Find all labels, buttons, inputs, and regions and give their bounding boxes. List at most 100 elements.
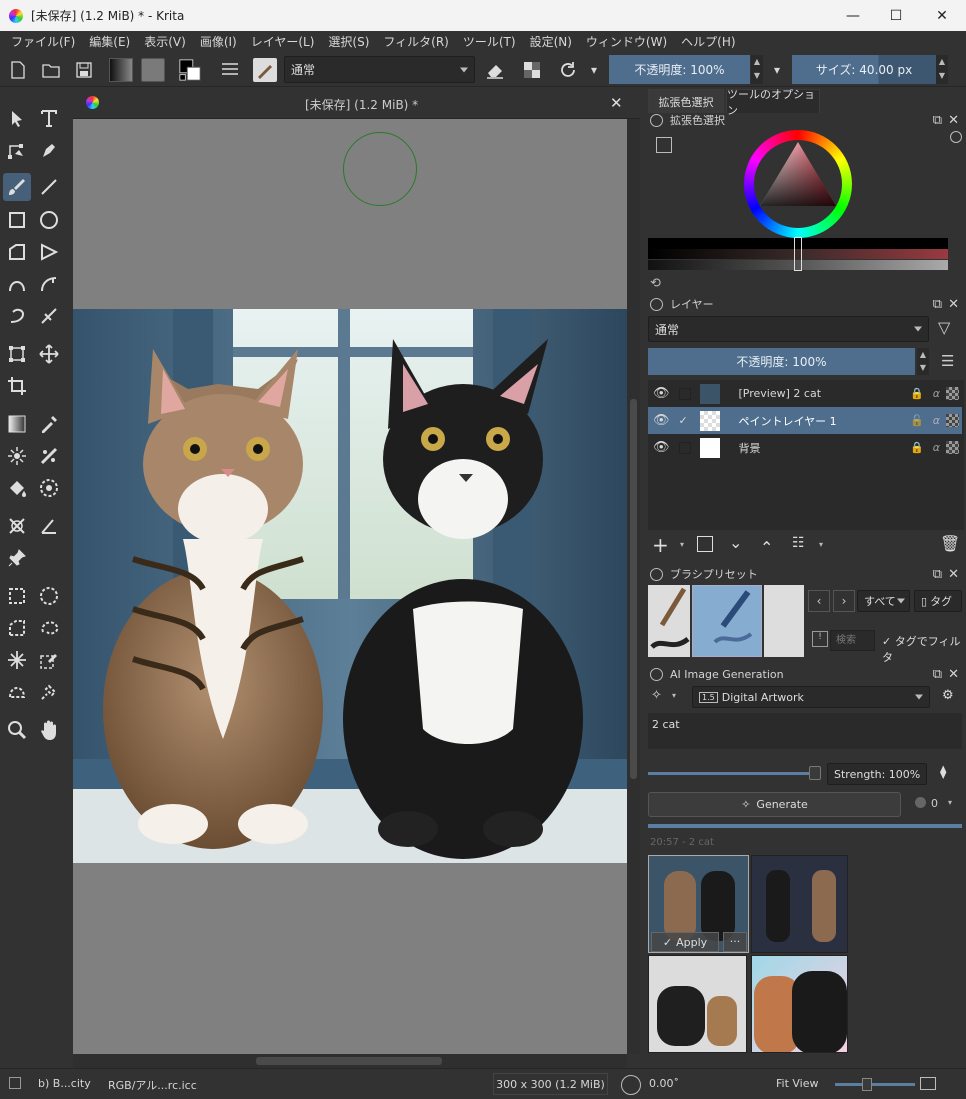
menu-file[interactable]: ファイル(F) — [4, 33, 82, 50]
pin-tool-icon[interactable] — [3, 544, 31, 572]
menu-view[interactable]: 表示(V) — [137, 33, 193, 50]
lock-icon[interactable] — [650, 113, 663, 127]
alpha-lock-icon[interactable] — [520, 58, 544, 82]
size-slider[interactable]: サイズ: 40.00 px — [792, 55, 936, 84]
visibility-eye-icon[interactable]: 👁 — [653, 440, 670, 455]
chevron-down-icon[interactable]: ▾ — [680, 540, 684, 549]
zoom-tool-icon[interactable] — [3, 716, 31, 744]
close-document-icon[interactable]: ✕ — [610, 94, 623, 112]
freehand-select-tool-icon[interactable] — [35, 614, 63, 642]
menu-image[interactable]: 画像(I) — [193, 33, 244, 50]
blend-mode-select[interactable]: 通常 — [284, 56, 475, 83]
magnetic-select-tool-icon[interactable] — [35, 678, 63, 706]
measure-tool-icon[interactable] — [35, 512, 63, 540]
reference-images-tool-icon[interactable] — [3, 512, 31, 540]
layer-checkbox[interactable] — [678, 387, 691, 400]
rect-select-tool-icon[interactable] — [3, 582, 31, 610]
close-docker-icon[interactable]: ✕ — [948, 297, 959, 312]
alpha-inherit-icon[interactable]: α — [933, 387, 940, 400]
alpha-inherit-icon[interactable]: α — [933, 414, 940, 427]
vertical-scroll-thumb[interactable] — [630, 399, 637, 779]
move-layer-down-icon[interactable]: ⌄ — [729, 533, 742, 552]
eraser-icon[interactable] — [483, 58, 507, 82]
history-result-thumb[interactable] — [751, 855, 848, 953]
line-tool-icon[interactable] — [35, 173, 63, 201]
layer-properties-icon[interactable]: ☷ — [792, 535, 805, 551]
close-docker-icon[interactable]: ✕ — [948, 567, 959, 582]
open-document-icon[interactable] — [39, 58, 63, 82]
menu-select[interactable]: 選択(S) — [321, 33, 376, 50]
alpha-inherit-icon[interactable]: α — [933, 441, 940, 454]
brush-preset-thumb[interactable] — [648, 585, 690, 657]
prompt-input[interactable]: 2 cat — [648, 713, 962, 749]
chevron-down-icon[interactable]: ▾ — [587, 58, 601, 82]
menu-layer[interactable]: レイヤー(L) — [244, 33, 322, 50]
polygon-select-tool-icon[interactable] — [3, 614, 31, 642]
chevron-down-icon[interactable]: ▾ — [948, 798, 952, 807]
document-tab[interactable]: [未保存] (1.2 MiB) * ✕ — [73, 88, 640, 119]
chevron-down-icon[interactable]: ▾ — [819, 540, 823, 549]
apply-button[interactable]: ✓ Apply — [651, 932, 719, 952]
tag-menu-button[interactable]: ▯ タグ — [914, 590, 962, 612]
horizontal-scroll-thumb[interactable] — [256, 1057, 442, 1065]
layer-lock-icon[interactable]: 🔒 — [910, 387, 924, 400]
polyline-tool-icon[interactable] — [35, 238, 63, 266]
close-docker-icon[interactable]: ✕ — [948, 667, 959, 682]
previous-icon[interactable]: ‹ — [808, 590, 830, 612]
layer-lock-icon[interactable]: 🔒 — [910, 441, 924, 454]
pattern-preset-icon[interactable] — [141, 58, 165, 82]
control-layers-icon[interactable]: ⧫ — [940, 765, 946, 780]
contiguous-select-tool-icon[interactable] — [3, 646, 31, 674]
lock-icon[interactable] — [650, 667, 663, 681]
alpha-lock-icon[interactable] — [946, 387, 959, 400]
close-window-button[interactable]: ✕ — [919, 0, 965, 31]
edit-shapes-tool-icon[interactable] — [3, 136, 31, 164]
float-docker-icon[interactable]: ⧉ — [933, 667, 942, 682]
rectangle-tool-icon[interactable] — [3, 206, 31, 234]
settings-gear-icon[interactable]: ⚙ — [942, 688, 954, 703]
visibility-eye-icon[interactable]: 👁 — [653, 413, 670, 428]
chevron-down-icon[interactable]: ▾ — [672, 691, 676, 700]
layer-row[interactable]: 👁 背景 🔒 α — [648, 434, 962, 461]
fill-tool-icon[interactable] — [3, 474, 31, 502]
ellipse-tool-icon[interactable] — [35, 206, 63, 234]
brush-preset-thumb[interactable] — [764, 585, 804, 657]
layer-row-selected[interactable]: 👁 ✓ ペイントレイヤー 1 🔓 α — [648, 407, 962, 434]
bezier-curve-tool-icon[interactable] — [3, 270, 31, 298]
assistant-tool-icon[interactable] — [35, 442, 63, 470]
horizontal-scrollbar[interactable] — [73, 1054, 627, 1068]
bezier-select-tool-icon[interactable] — [3, 678, 31, 706]
alpha-lock-icon[interactable] — [946, 441, 959, 454]
color-picker-tool-icon[interactable] — [35, 410, 63, 438]
tag-filter-checkbox[interactable]: ✓ タグでフィルタ — [882, 633, 966, 665]
brush-status-icon[interactable] — [9, 1077, 21, 1089]
layer-menu-icon[interactable]: ☰ — [941, 352, 954, 370]
canvas-viewport[interactable] — [73, 119, 627, 1054]
menu-filter[interactable]: フィルタ(R) — [376, 33, 455, 50]
strength-slider-handle[interactable] — [809, 766, 821, 780]
dynamic-brush-tool-icon[interactable] — [3, 302, 31, 330]
layer-checkbox-checked[interactable]: ✓ — [679, 415, 691, 427]
strength-slider[interactable] — [648, 766, 821, 780]
duplicate-layer-icon[interactable] — [697, 536, 713, 552]
alpha-lock-icon[interactable] — [946, 414, 959, 427]
polygon-tool-icon[interactable] — [3, 238, 31, 266]
hue-ring[interactable] — [744, 130, 852, 238]
ellipse-select-tool-icon[interactable] — [35, 582, 63, 610]
menu-settings[interactable]: 設定(N) — [523, 33, 579, 50]
move-tool-icon[interactable] — [35, 340, 63, 368]
minimize-button[interactable]: — — [830, 0, 876, 31]
move-layer-up-icon[interactable]: ⌃ — [760, 538, 773, 557]
history-result-thumb-selected[interactable]: ✓ Apply ··· — [648, 855, 749, 953]
image-size-label[interactable]: 300 x 300 (1.2 MiB) — [493, 1073, 608, 1095]
preset-search-input[interactable]: 検索 — [830, 630, 875, 651]
crop-tool-icon[interactable] — [3, 372, 31, 400]
reset-color-icon[interactable] — [950, 131, 962, 143]
similar-color-select-tool-icon[interactable] — [35, 646, 63, 674]
visibility-eye-icon[interactable]: 👁 — [653, 386, 670, 401]
layer-lock-icon[interactable]: 🔓 — [910, 414, 924, 427]
history-result-thumb[interactable] — [648, 955, 747, 1053]
transform-tool-icon[interactable] — [3, 340, 31, 368]
workspace-mode-icon[interactable]: ✧ — [651, 688, 662, 703]
brush-preset-icon[interactable] — [253, 58, 277, 82]
